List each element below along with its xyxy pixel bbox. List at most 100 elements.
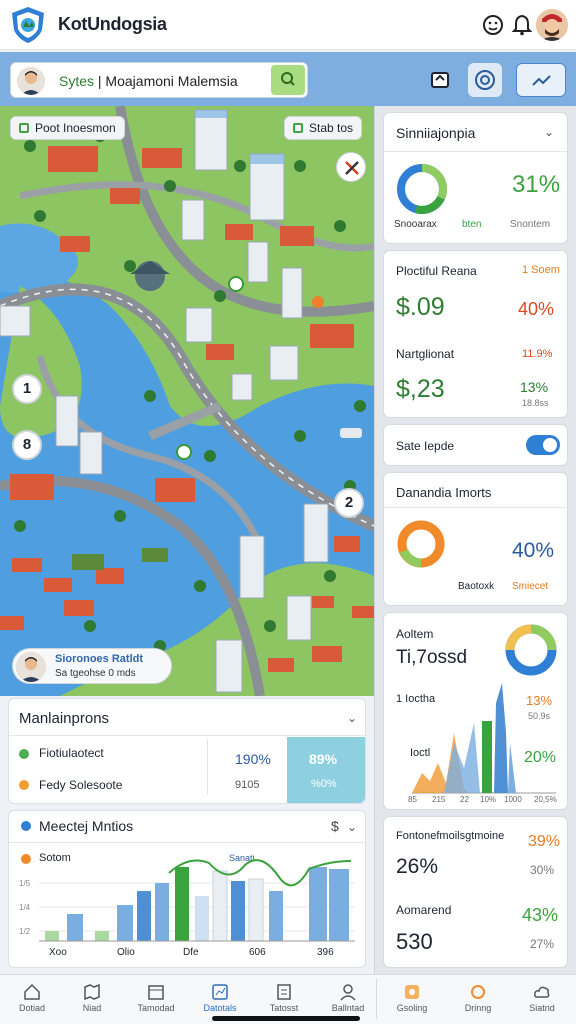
card-title: Fontonefmoilsgtmoine bbox=[396, 830, 505, 842]
user-chip-subtitle: Sa tgeohse 0 mds bbox=[55, 668, 136, 679]
layers-button[interactable] bbox=[424, 63, 456, 97]
map-icon bbox=[84, 983, 100, 1001]
target-icon bbox=[475, 70, 495, 90]
maintenance-panel: Manlainprons ⌄ Fiotiulaotect 190% Fedy S… bbox=[8, 698, 366, 804]
dashboard-icon bbox=[212, 984, 228, 1000]
performance-card[interactable]: Fontonefmoilsgtmoine 26% 39% 30% Aomaren… bbox=[383, 816, 568, 968]
avatar[interactable] bbox=[536, 9, 568, 41]
svg-text:1/5: 1/5 bbox=[19, 879, 31, 888]
nav-item-settings[interactable]: Gsoling bbox=[382, 975, 442, 1021]
nav-item-dashboard[interactable]: Datotals bbox=[190, 975, 250, 1021]
map-user-chip[interactable]: Sioronoes Ratldt Sa tgeohse 0 mds bbox=[12, 648, 172, 684]
toggle-card: Sate Iepde bbox=[383, 424, 568, 466]
x-tick: 10% bbox=[480, 795, 497, 804]
search-input[interactable]: Sytes | Moajamoni Malemsia bbox=[10, 62, 308, 98]
app-header: KotUndogsia bbox=[0, 0, 576, 50]
user-portrait-icon bbox=[17, 67, 45, 95]
map-tools-button[interactable] bbox=[336, 152, 366, 182]
reports-icon bbox=[277, 984, 291, 1000]
map-filter-chip-left[interactable]: Poot Inoesmon bbox=[10, 116, 125, 140]
svg-text:1/4: 1/4 bbox=[19, 903, 31, 912]
card-value: $.09 bbox=[396, 293, 445, 321]
card-percent: 13% bbox=[520, 379, 549, 395]
chevron-down-icon[interactable]: ⌄ bbox=[347, 711, 357, 725]
activity-card[interactable]: Aoltem Ti,7ossd 1 Ioctha 13% 50.9s Ioctl… bbox=[383, 612, 568, 810]
map-filter-chip-right[interactable]: Stab tos bbox=[284, 116, 363, 140]
status-dot-1 bbox=[19, 749, 29, 759]
nav-item-cloud[interactable]: Siatnd bbox=[512, 975, 572, 1021]
maintenance-row-value: 190% bbox=[235, 751, 271, 767]
card-label: Snooarax bbox=[394, 219, 437, 230]
bell-icon[interactable] bbox=[510, 13, 534, 37]
card-value: 26% bbox=[396, 855, 439, 878]
card-tag: 1 Soem bbox=[522, 264, 560, 276]
status-dot-2 bbox=[19, 780, 29, 790]
donut-chart-icon bbox=[397, 520, 445, 568]
shield-logo-icon[interactable] bbox=[10, 6, 46, 44]
search-value: Sytes | Moajamoni Malemsia bbox=[59, 73, 238, 89]
x-tick: 20,5% bbox=[534, 795, 557, 804]
svg-text:1/2: 1/2 bbox=[19, 927, 31, 936]
chart-icon bbox=[532, 75, 551, 86]
toolbar: Sytes | Moajamoni Malemsia bbox=[0, 52, 576, 106]
card-label: Baotoxk bbox=[458, 581, 495, 592]
nav-item-map[interactable]: Niad bbox=[62, 975, 122, 1021]
x-tick: Dfe bbox=[183, 947, 199, 958]
x-tick: 22 bbox=[460, 795, 469, 804]
card-subtitle: Aomarend bbox=[396, 903, 452, 917]
nav-item-calendar[interactable]: Tamodad bbox=[126, 975, 186, 1021]
highlight-cell[interactable]: 89% %0% bbox=[287, 737, 365, 803]
maintenance-row-label: Fiotiulaotect bbox=[39, 746, 104, 760]
card-title: Danandia Imorts bbox=[396, 485, 492, 500]
toggle-label: Sate Iepde bbox=[396, 439, 455, 453]
city-map[interactable]: Poot Inoesmon Stab tos 1 8 2 bbox=[0, 106, 374, 696]
target-button[interactable] bbox=[468, 63, 502, 97]
x-tick: Xoo bbox=[49, 947, 67, 958]
search-icon bbox=[281, 72, 295, 86]
map-marker-2[interactable]: 2 bbox=[334, 488, 364, 518]
highlight-value: 89% bbox=[309, 751, 338, 767]
layers-icon bbox=[431, 72, 449, 88]
home-icon bbox=[24, 983, 40, 1000]
map-canvas bbox=[0, 106, 374, 696]
chevron-down-icon[interactable]: ⌄ bbox=[544, 125, 554, 139]
filter-icon bbox=[19, 123, 29, 133]
divider bbox=[207, 739, 208, 795]
x-tick: 396 bbox=[317, 947, 334, 958]
maintenance-title: Manlainprons bbox=[19, 710, 110, 727]
search-button[interactable] bbox=[271, 65, 305, 95]
nav-item-reports[interactable]: Tatosst bbox=[254, 975, 314, 1021]
card-percent: 40% bbox=[518, 299, 555, 319]
maintenance-row-value: 9105 bbox=[235, 779, 260, 791]
metrics-bar-chart: 1/5 1/4 1/2 bbox=[19, 859, 355, 942]
divider bbox=[384, 151, 567, 152]
avatar-portrait-icon bbox=[536, 9, 568, 41]
x-tick: 1000 bbox=[504, 795, 522, 804]
chart-button[interactable] bbox=[516, 63, 566, 97]
x-tick: 215 bbox=[432, 795, 446, 804]
nav-item-home[interactable]: Dotiad bbox=[2, 975, 62, 1021]
card-label: bten bbox=[462, 219, 482, 230]
tools-icon bbox=[345, 161, 359, 175]
card-label: Snontem bbox=[510, 219, 551, 230]
financial-card[interactable]: Ploctiful Reana 1 Soem $.09 40% Nartglio… bbox=[383, 250, 568, 418]
card-value: 40% bbox=[512, 539, 555, 562]
map-marker-8[interactable]: 8 bbox=[12, 430, 42, 460]
card-small: 30% bbox=[530, 863, 555, 877]
x-tick: 85 bbox=[408, 795, 417, 804]
sync-icon bbox=[471, 985, 485, 999]
emoji-icon[interactable] bbox=[481, 13, 505, 37]
cloud-icon bbox=[534, 986, 550, 998]
map-marker-1[interactable]: 1 bbox=[12, 374, 42, 404]
nav-item-user[interactable]: Ballntad bbox=[318, 975, 378, 1021]
summary-card[interactable]: Sinniiajonpia ⌄ 31% Snooarax bten Snonte… bbox=[383, 112, 568, 244]
nav-item-sync[interactable]: Drinng bbox=[448, 975, 508, 1021]
toggle-switch[interactable] bbox=[526, 435, 560, 455]
card-percent: 39% bbox=[528, 833, 561, 850]
card-value: 31% bbox=[512, 171, 561, 198]
imports-card[interactable]: Danandia Imorts 40% Baotoxk Smiecet bbox=[383, 472, 568, 606]
donut-chart-icon bbox=[397, 163, 447, 214]
user-chip-name: Sioronoes Ratldt bbox=[55, 653, 144, 665]
app-title: KotUndogsia bbox=[58, 14, 167, 34]
card-small: 18.8ss bbox=[522, 398, 549, 408]
